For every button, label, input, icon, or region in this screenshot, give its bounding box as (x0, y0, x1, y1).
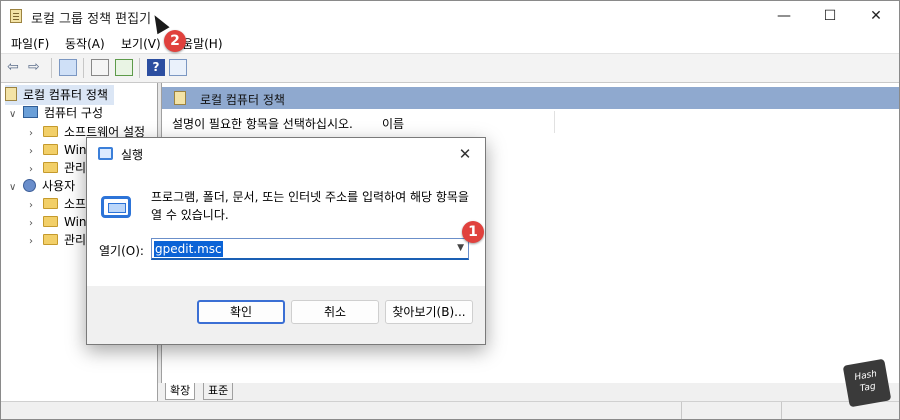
column-separator (554, 111, 555, 133)
title-bar: 로컬 그룹 정책 편집기 — ☐ ✕ (1, 1, 899, 31)
run-icon (98, 147, 113, 160)
details-header-title: 로컬 컴퓨터 정책 (200, 93, 285, 107)
run-dialog-title-bar: 실행 ✕ (87, 138, 485, 170)
computer-icon (23, 106, 38, 118)
toolbar-separator (51, 58, 52, 78)
tree-item-windows-settings[interactable]: › Win (29, 140, 87, 160)
status-bar (1, 401, 899, 419)
folder-icon (43, 162, 58, 173)
tab-standard[interactable]: 표준 (203, 383, 234, 400)
folder-icon (43, 216, 58, 227)
menu-action[interactable]: 동작(A) (65, 35, 105, 52)
back-arrow-icon[interactable]: ⇦ (7, 59, 25, 76)
folder-icon (43, 198, 58, 209)
run-dialog-close-button[interactable]: ✕ (445, 138, 485, 170)
folder-icon (43, 234, 58, 245)
tree-item-label: 로컬 컴퓨터 정책 (23, 88, 108, 102)
details-description: 설명이 필요한 항목을 선택하십시오. (172, 117, 353, 131)
run-app-icon (101, 196, 131, 218)
tree-item-user-windows-settings[interactable]: › Wind (29, 212, 94, 232)
tree-item-label: 관리 (64, 233, 87, 247)
run-dialog: 실행 ✕ 프로그램, 폴더, 문서, 또는 인터넷 주소를 입력하여 해당 항목… (86, 137, 486, 345)
toolbar-separator (139, 58, 140, 78)
run-dialog-body: 프로그램, 폴더, 문서, 또는 인터넷 주소를 입력하여 해당 항목을 열 수… (87, 170, 485, 286)
tree-item-computer-configuration[interactable]: ∨ 컴퓨터 구성 (9, 103, 103, 123)
action-pane-icon[interactable] (169, 59, 187, 76)
help-icon[interactable]: ? (147, 59, 165, 76)
properties-icon[interactable] (91, 59, 109, 76)
menu-view[interactable]: 보기(V) (121, 35, 161, 52)
step-badge-2: 2 (164, 30, 186, 52)
window-title: 로컬 그룹 정책 편집기 (31, 12, 152, 27)
run-dialog-description: 프로그램, 폴더, 문서, 또는 인터넷 주소를 입력하여 해당 항목을 열 수… (151, 190, 469, 222)
hashtag-watermark-logo: Hash Tag (842, 358, 892, 408)
tree-item-user-software-settings[interactable]: › 소프 (29, 194, 86, 214)
view-tabs: 확장 표준 (161, 383, 899, 401)
details-header: 로컬 컴퓨터 정책 (162, 87, 899, 109)
column-header-name[interactable]: 이름 (382, 115, 404, 132)
chevron-down-icon[interactable]: ∨ (9, 105, 19, 125)
user-icon (23, 179, 36, 192)
folder-icon (43, 144, 58, 155)
show-hide-tree-icon[interactable] (59, 59, 77, 76)
policy-icon (174, 91, 186, 105)
tree-item-label: 사용자 (42, 179, 76, 193)
menu-file[interactable]: 파일(F) (11, 35, 49, 52)
close-button[interactable]: ✕ (853, 1, 899, 31)
browse-button[interactable]: 찾아보기(B)... (385, 300, 473, 324)
status-cell (781, 402, 782, 419)
step-badge-1: 1 (462, 221, 484, 243)
open-label: 열기(O): (99, 244, 144, 258)
forward-arrow-icon[interactable]: ⇨ (28, 59, 46, 76)
tab-extended[interactable]: 확장 (165, 383, 196, 400)
maximize-button[interactable]: ☐ (807, 1, 853, 31)
status-cell (681, 402, 682, 419)
open-input-value[interactable]: gpedit.msc (154, 241, 223, 257)
tree-item-user-admin-templates[interactable]: › 관리 (29, 230, 86, 250)
tree-item-label: 소프 (64, 197, 87, 211)
tree-item-user-configuration[interactable]: ∨ 사용자 (9, 176, 75, 196)
folder-icon (43, 126, 58, 137)
chevron-right-icon[interactable]: › (29, 232, 39, 252)
chevron-down-icon[interactable]: ∨ (9, 178, 19, 198)
open-input[interactable]: gpedit.msc ▼ (151, 238, 469, 260)
run-dialog-title: 실행 (121, 148, 144, 162)
toolbar-separator (83, 58, 84, 78)
tree-item-label: 관리 (64, 161, 87, 175)
tree-item-label: 컴퓨터 구성 (44, 106, 104, 120)
cancel-button[interactable]: 취소 (291, 300, 379, 324)
tree-item-admin-templates[interactable]: › 관리 (29, 158, 86, 178)
policy-icon (5, 87, 17, 101)
chevron-down-icon[interactable]: ▼ (457, 243, 464, 253)
export-list-icon[interactable] (115, 59, 133, 76)
toolbar: ⇦ ⇨ ? (1, 54, 899, 83)
tree-item-label: Win (64, 143, 87, 157)
tree-item-local-computer-policy[interactable]: 로컬 컴퓨터 정책 (5, 85, 114, 105)
ok-button[interactable]: 확인 (197, 300, 285, 324)
menu-bar: 파일(F) 동작(A) 보기(V) 도움말(H) (1, 31, 899, 54)
minimize-button[interactable]: — (761, 1, 807, 31)
policy-editor-app-icon (10, 9, 22, 23)
